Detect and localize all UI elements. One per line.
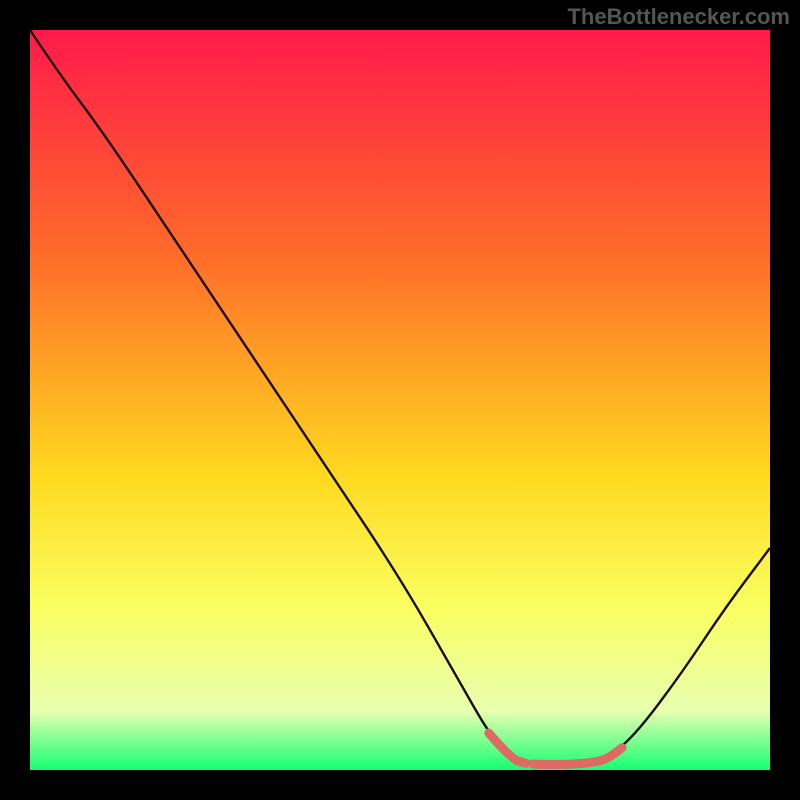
chart-container: TheBottleneсker.com (0, 0, 800, 800)
plot-background (30, 30, 770, 770)
bottleneck-chart (0, 0, 800, 800)
watermark-text: TheBottleneсker.com (567, 4, 790, 30)
